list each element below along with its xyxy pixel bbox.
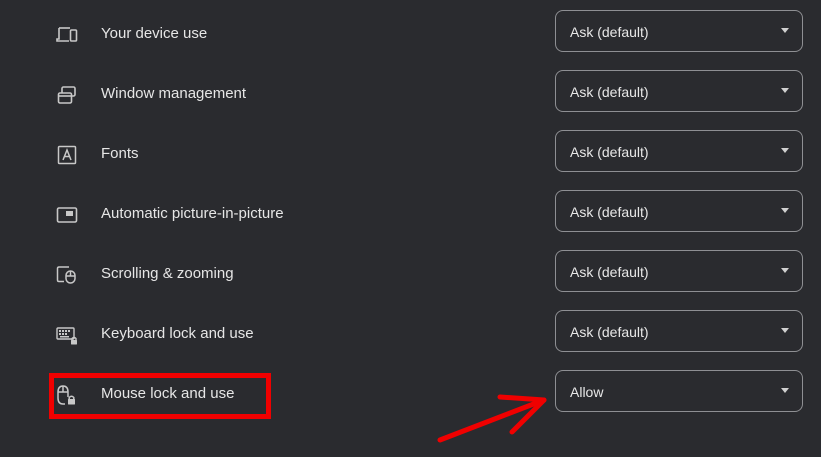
dropdown-arrow-icon (781, 328, 789, 333)
dropdown-arrow-icon (781, 388, 789, 393)
setting-row-device-use: Your device use Ask (default) (0, 5, 821, 65)
setting-label: Fonts (101, 145, 139, 162)
setting-label: Window management (101, 85, 247, 102)
device-use-icon (55, 24, 79, 46)
select-value: Ask (default) (570, 264, 649, 280)
fonts-permission-select[interactable]: Ask (default) (555, 130, 803, 172)
fonts-icon (55, 144, 79, 166)
setting-row-window-management: Window management Ask (default) (0, 65, 821, 125)
setting-label: Scrolling & zooming (101, 265, 234, 282)
setting-label: Keyboard lock and use (101, 325, 254, 342)
mouse-lock-permission-select[interactable]: Allow (555, 370, 803, 412)
select-value: Ask (default) (570, 84, 649, 100)
setting-row-scrolling-zooming: Scrolling & zooming Ask (default) (0, 245, 821, 305)
setting-label: Automatic picture-in-picture (101, 205, 284, 222)
picture-in-picture-permission-select[interactable]: Ask (default) (555, 190, 803, 232)
select-value: Ask (default) (570, 324, 649, 340)
window-management-icon (55, 84, 79, 106)
dropdown-arrow-icon (781, 268, 789, 273)
device-use-permission-select[interactable]: Ask (default) (555, 10, 803, 52)
highlight-annotation-box (49, 373, 271, 419)
window-management-permission-select[interactable]: Ask (default) (555, 70, 803, 112)
setting-row-picture-in-picture: Automatic picture-in-picture Ask (defaul… (0, 185, 821, 245)
select-value: Ask (default) (570, 144, 649, 160)
scrolling-zooming-icon (55, 264, 79, 286)
setting-label: Your device use (101, 25, 208, 42)
select-value: Ask (default) (570, 24, 649, 40)
dropdown-arrow-icon (781, 148, 789, 153)
setting-row-keyboard-lock: Keyboard lock and use Ask (default) (0, 305, 821, 365)
select-value: Allow (570, 384, 604, 400)
dropdown-arrow-icon (781, 88, 789, 93)
setting-row-fonts: Fonts Ask (default) (0, 125, 821, 185)
scrolling-zooming-permission-select[interactable]: Ask (default) (555, 250, 803, 292)
dropdown-arrow-icon (781, 208, 789, 213)
picture-in-picture-icon (55, 204, 79, 226)
keyboard-lock-permission-select[interactable]: Ask (default) (555, 310, 803, 352)
keyboard-lock-icon (55, 324, 79, 346)
select-value: Ask (default) (570, 204, 649, 220)
dropdown-arrow-icon (781, 28, 789, 33)
